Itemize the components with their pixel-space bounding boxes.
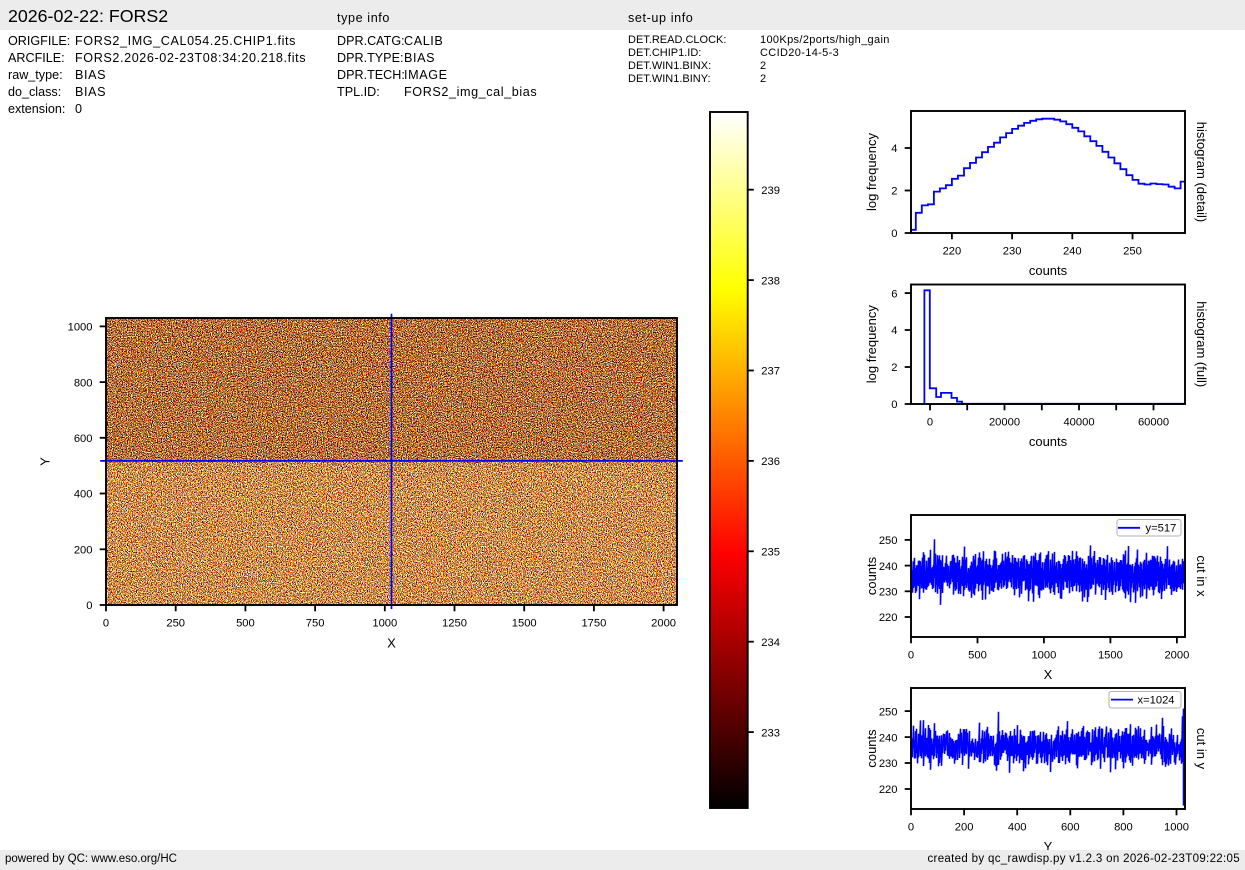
svg-text:233: 233: [761, 727, 780, 739]
svg-text:0: 0: [908, 650, 914, 662]
svg-text:2: 2: [891, 186, 897, 198]
svg-text:240: 240: [879, 561, 898, 573]
svg-text:250: 250: [166, 618, 185, 630]
svg-text:230: 230: [1003, 246, 1022, 258]
svg-text:237: 237: [761, 366, 780, 378]
svg-text:1000: 1000: [372, 618, 397, 630]
svg-text:500: 500: [968, 650, 987, 662]
svg-text:238: 238: [761, 275, 780, 287]
svg-text:1000: 1000: [68, 322, 93, 334]
svg-text:1250: 1250: [442, 618, 467, 630]
svg-text:750: 750: [306, 618, 325, 630]
svg-text:0: 0: [908, 822, 914, 834]
svg-text:240: 240: [1063, 246, 1082, 258]
svg-text:40000: 40000: [1063, 417, 1094, 429]
svg-text:800: 800: [74, 377, 93, 389]
svg-text:2000: 2000: [651, 618, 676, 630]
svg-text:60000: 60000: [1138, 417, 1169, 429]
svg-text:0: 0: [86, 600, 92, 612]
svg-text:250: 250: [879, 535, 898, 547]
svg-text:230: 230: [879, 758, 898, 770]
svg-text:6: 6: [891, 288, 897, 300]
svg-text:250: 250: [879, 706, 898, 718]
svg-text:log frequency: log frequency: [864, 305, 879, 384]
svg-text:600: 600: [74, 433, 93, 445]
svg-text:250: 250: [1123, 246, 1142, 258]
svg-text:1000: 1000: [1031, 650, 1056, 662]
svg-text:400: 400: [74, 489, 93, 501]
svg-text:counts: counts: [1029, 263, 1068, 278]
svg-text:X: X: [387, 635, 396, 650]
svg-text:220: 220: [879, 612, 898, 624]
svg-text:200: 200: [74, 545, 93, 557]
svg-text:1500: 1500: [1098, 650, 1123, 662]
svg-text:4: 4: [891, 325, 897, 337]
svg-text:2: 2: [891, 362, 897, 374]
svg-text:239: 239: [761, 185, 780, 197]
svg-text:0: 0: [103, 618, 109, 630]
svg-text:Y: Y: [38, 457, 53, 466]
svg-text:histogram (full): histogram (full): [1194, 301, 1209, 387]
svg-text:800: 800: [1114, 822, 1133, 834]
svg-text:200: 200: [955, 822, 974, 834]
svg-text:counts: counts: [864, 729, 879, 768]
svg-text:X: X: [1044, 667, 1053, 682]
svg-text:0: 0: [891, 228, 897, 240]
svg-text:236: 236: [761, 456, 780, 468]
svg-text:1750: 1750: [581, 618, 606, 630]
svg-text:0: 0: [891, 399, 897, 411]
svg-text:2000: 2000: [1164, 650, 1189, 662]
svg-text:220: 220: [943, 246, 962, 258]
svg-text:600: 600: [1061, 822, 1080, 834]
svg-text:x=1024: x=1024: [1138, 695, 1175, 707]
svg-text:240: 240: [879, 732, 898, 744]
svg-text:1500: 1500: [512, 618, 537, 630]
svg-text:500: 500: [236, 618, 255, 630]
svg-text:log frequency: log frequency: [864, 132, 879, 211]
svg-text:230: 230: [879, 587, 898, 599]
svg-text:1000: 1000: [1164, 822, 1189, 834]
svg-text:cut in y: cut in y: [1194, 728, 1209, 770]
svg-text:counts: counts: [864, 556, 879, 595]
svg-text:20000: 20000: [989, 417, 1020, 429]
svg-text:histogram (detail): histogram (detail): [1194, 122, 1209, 222]
svg-text:400: 400: [1008, 822, 1027, 834]
svg-text:4: 4: [891, 143, 897, 155]
svg-text:y=517: y=517: [1146, 523, 1177, 535]
svg-text:235: 235: [761, 547, 780, 559]
svg-text:counts: counts: [1029, 434, 1068, 449]
svg-text:0: 0: [927, 417, 933, 429]
svg-text:220: 220: [879, 784, 898, 796]
svg-text:cut in x: cut in x: [1194, 555, 1209, 597]
svg-text:234: 234: [761, 637, 780, 649]
